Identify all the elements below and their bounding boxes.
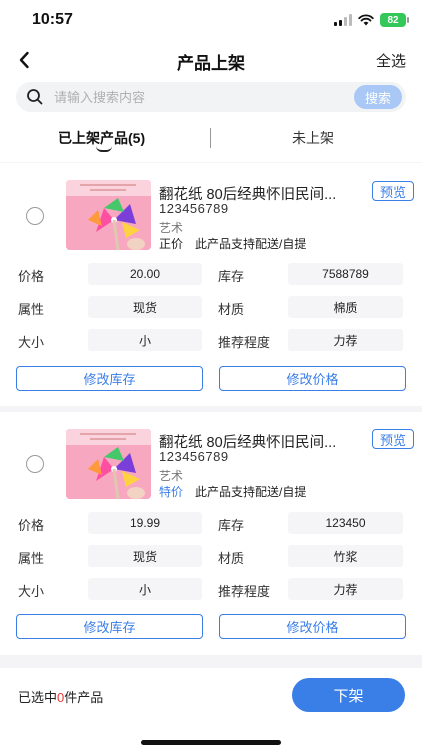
material-label: 材质 <box>218 551 245 566</box>
product-category: 艺术 <box>159 469 184 483</box>
product-image <box>66 180 151 250</box>
page-title: 产品上架 <box>177 54 245 73</box>
price-value: 20.00 <box>88 263 202 285</box>
edit-stock-button[interactable]: 修改库存 <box>16 366 203 391</box>
selected-suffix: 件产品 <box>64 690 104 705</box>
status-time: 10:57 <box>32 11 73 28</box>
price-type: 特价 <box>159 485 184 499</box>
home-indicator <box>141 740 281 745</box>
material-label: 材质 <box>218 302 245 317</box>
select-all-button[interactable]: 全选 <box>376 50 406 71</box>
preview-button[interactable]: 预览 <box>372 181 414 201</box>
edit-price-button[interactable]: 修改价格 <box>219 614 406 639</box>
select-radio[interactable] <box>26 207 44 225</box>
search-area: 搜索 <box>0 78 422 116</box>
tab-listed-label: 已上架产品 <box>58 130 128 146</box>
search-input[interactable] <box>54 87 354 107</box>
tab-unlisted[interactable]: 未上架 <box>292 128 334 148</box>
edit-stock-button[interactable]: 修改库存 <box>16 614 203 639</box>
tab-listed-count: (5) <box>128 130 146 146</box>
search-icon <box>27 89 43 105</box>
recommend-value: 力荐 <box>288 329 403 351</box>
search-box: 搜索 <box>16 82 406 112</box>
back-button[interactable] <box>12 46 36 74</box>
product-code: 123456789 <box>159 449 229 464</box>
size-label: 大小 <box>18 584 45 599</box>
chevron-left-icon <box>19 51 29 69</box>
search-button[interactable]: 搜索 <box>354 85 402 109</box>
material-value: 竹浆 <box>288 545 403 567</box>
delist-button[interactable]: 下架 <box>292 678 405 712</box>
property-value: 现货 <box>88 545 202 567</box>
preview-button[interactable]: 预览 <box>372 429 414 449</box>
recommend-label: 推荐程度 <box>218 335 271 350</box>
edit-price-button[interactable]: 修改价格 <box>219 366 406 391</box>
price-value: 19.99 <box>88 512 202 534</box>
price-type: 正价 <box>159 237 184 251</box>
signal-icon <box>334 14 352 26</box>
battery-level: 82 <box>387 14 399 26</box>
tab-listed[interactable]: 已上架产品(5) <box>58 128 145 148</box>
selected-prefix: 已选中 <box>18 690 58 705</box>
selected-summary: 已选中0件产品 <box>18 687 103 706</box>
product-code: 123456789 <box>159 201 229 216</box>
property-label: 属性 <box>18 551 45 566</box>
delivery-info: 此产品支持配送/自提 <box>195 485 307 499</box>
price-label: 价格 <box>18 269 45 284</box>
nav-bar: 产品上架 全选 <box>0 42 422 78</box>
stock-value: 7588789 <box>288 263 403 285</box>
battery-icon: 82 <box>380 13 409 27</box>
delivery-info: 此产品支持配送/自提 <box>195 237 307 251</box>
stock-value: 123450 <box>288 512 403 534</box>
bottom-bar: 已选中0件产品 下架 <box>0 668 422 750</box>
product-category: 艺术 <box>159 221 184 235</box>
property-value: 现货 <box>88 296 202 318</box>
size-value: 小 <box>88 329 202 351</box>
size-label: 大小 <box>18 335 45 350</box>
stock-label: 库存 <box>218 518 245 533</box>
select-radio[interactable] <box>26 455 44 473</box>
wifi-icon <box>358 14 374 26</box>
material-value: 棉质 <box>288 296 403 318</box>
status-bar: 10:57 82 <box>0 0 422 42</box>
property-label: 属性 <box>18 302 45 317</box>
size-value: 小 <box>88 578 202 600</box>
product-card: 翻花纸 80后经典怀旧民间... 预览 123456789 艺术 特价 此产品支… <box>0 412 422 655</box>
recommend-label: 推荐程度 <box>218 584 271 599</box>
price-label: 价格 <box>18 518 45 533</box>
tab-divider <box>210 128 211 148</box>
tab-bar: 已上架产品(5) 未上架 <box>0 116 422 162</box>
product-card: 翻花纸 80后经典怀旧民间... 预览 123456789 艺术 正价 此产品支… <box>0 163 422 406</box>
tab-active-indicator <box>96 146 112 152</box>
recommend-value: 力荐 <box>288 578 403 600</box>
status-icons: 82 <box>334 13 409 27</box>
product-image <box>66 429 151 499</box>
stock-label: 库存 <box>218 269 245 284</box>
